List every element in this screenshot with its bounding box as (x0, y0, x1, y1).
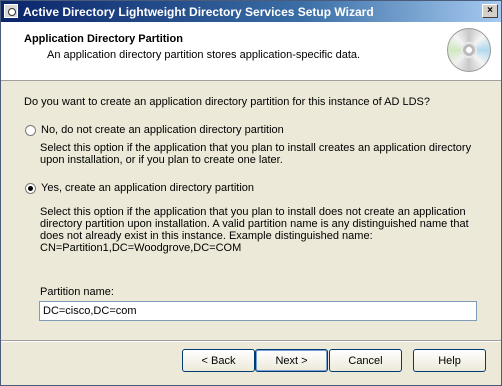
help-button[interactable]: Help (413, 349, 486, 372)
partition-name-input[interactable] (39, 301, 477, 321)
question-text: Do you want to create an application dir… (24, 96, 430, 108)
radio-no-partition-label[interactable]: No, do not create an application directo… (41, 124, 284, 136)
radio-yes-partition-circle[interactable] (25, 182, 36, 194)
wizard-header: Application Directory Partition An appli… (1, 22, 501, 81)
app-icon (4, 4, 18, 18)
button-separator (1, 340, 501, 342)
title-bar[interactable]: Active Directory Lightweight Directory S… (1, 1, 501, 22)
radio-yes-partition-description: Select this option if the application th… (40, 206, 469, 254)
cancel-button[interactable]: Cancel (329, 349, 402, 372)
close-button[interactable]: × (482, 4, 498, 18)
radio-no-partition[interactable]: No, do not create an application directo… (25, 124, 284, 136)
cd-disc-icon (447, 28, 491, 72)
partition-name-label: Partition name: (40, 286, 114, 298)
radio-no-partition-circle[interactable] (25, 124, 36, 136)
radio-no-partition-description: Select this option if the application th… (40, 142, 472, 166)
radio-yes-partition-label[interactable]: Yes, create an application directory par… (41, 182, 254, 194)
window-title: Active Directory Lightweight Directory S… (23, 5, 374, 19)
back-button[interactable]: < Back (182, 349, 255, 372)
radio-yes-partition[interactable]: Yes, create an application directory par… (25, 182, 254, 194)
page-title: Application Directory Partition (24, 33, 183, 45)
page-subtitle: An application directory partition store… (47, 49, 361, 61)
next-button[interactable]: Next > (255, 349, 328, 372)
wizard-window: Active Directory Lightweight Directory S… (0, 0, 502, 386)
